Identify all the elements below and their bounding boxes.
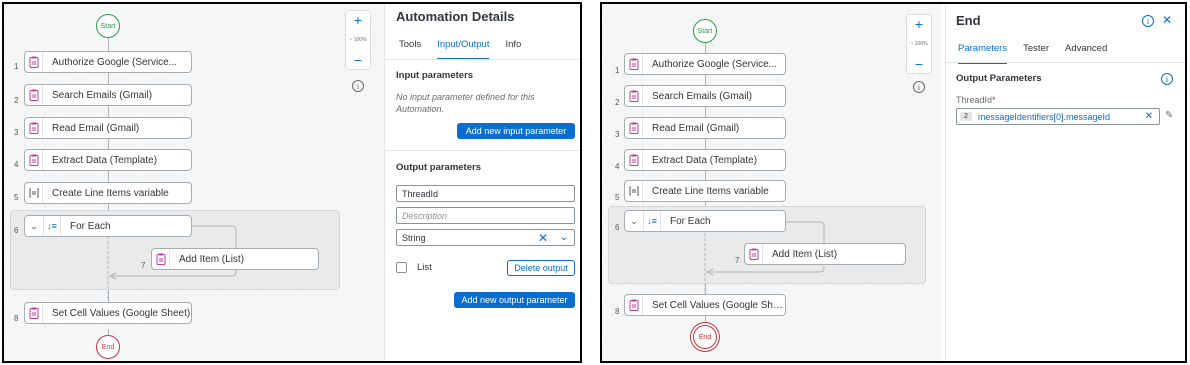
tab-parameters[interactable]: Parameters <box>958 43 1008 64</box>
zoom-out-button[interactable]: − <box>915 57 923 71</box>
zoom-in-button[interactable]: + <box>915 17 923 31</box>
clear-icon[interactable]: ✕ <box>538 231 548 245</box>
param-label: ThreadId <box>956 95 993 105</box>
node-label: Add Item (List) <box>179 253 245 265</box>
param-label-row: ThreadId* <box>956 95 996 105</box>
zoom-level: ~ 100% <box>910 41 928 47</box>
clipboard-icon <box>152 249 170 269</box>
step-number: 7 <box>735 256 740 265</box>
info-icon[interactable]: i <box>913 81 925 93</box>
list-checkbox[interactable] <box>396 262 407 273</box>
token-badge: 2 <box>960 112 972 121</box>
tab-input-output[interactable]: Input/Output <box>437 39 490 60</box>
add-input-parameter-button[interactable]: Add new input parameter <box>457 123 575 139</box>
token-value: messageIdentifiers[0].messageId <box>977 111 1110 122</box>
tab-info[interactable]: Info <box>505 39 521 60</box>
tab-tools[interactable]: Tools <box>399 39 421 60</box>
step-number: 8 <box>615 307 620 316</box>
delete-output-button[interactable]: Delete output <box>507 260 575 276</box>
step-number: 6 <box>615 223 620 232</box>
type-value: String <box>402 232 426 243</box>
flow-node-for-each[interactable]: ⌄ ↓≡ For Each <box>624 210 786 232</box>
right-screenshot: Start 1 Authorize Google (Service... 2 S… <box>600 2 1187 363</box>
edit-icon[interactable]: ✎ <box>1165 110 1173 121</box>
zoom-level: ~ 100% <box>349 37 367 43</box>
list-label: List <box>417 262 432 273</box>
zoom-control: + ~ 100% − <box>906 14 932 74</box>
chevron-down-icon[interactable]: ⌄ <box>25 221 43 232</box>
chevron-down-icon[interactable]: ⌄ <box>625 216 643 227</box>
step-number: 8 <box>14 314 19 323</box>
left-screenshot: Start 1 Authorize Google (Service... 2 S… <box>2 2 582 363</box>
end-tabs: Parameters Tester Advanced <box>958 43 1123 64</box>
node-label: Add Item (List) <box>772 248 838 260</box>
node-label: Set Cell Values (Google Sheet) <box>52 307 191 319</box>
output-name-input[interactable]: ThreadId <box>396 185 575 202</box>
flow-node-set-cell-values[interactable]: Set Cell Values (Google Sheet) <box>624 294 786 316</box>
close-icon[interactable]: ✕ <box>1162 13 1172 27</box>
zoom-in-button[interactable]: + <box>354 13 362 27</box>
flow-canvas[interactable]: Start 1 Authorize Google (Service... 2 S… <box>4 4 384 361</box>
clear-icon[interactable]: ✕ <box>1145 111 1153 122</box>
clipboard-icon <box>745 244 763 264</box>
panel-title: Automation Details <box>396 9 515 24</box>
details-tabs: Tools Input/Output Info <box>399 39 537 60</box>
info-icon[interactable]: i <box>352 80 364 92</box>
loop-icon: ↓≡ <box>43 216 61 236</box>
flow-node-for-each[interactable]: ⌄ ↓≡ For Each <box>24 215 192 237</box>
output-parameters-heading: Output Parameters <box>956 73 1042 84</box>
chevron-down-icon[interactable]: ⌄ <box>560 232 568 243</box>
tab-tester[interactable]: Tester <box>1023 43 1049 64</box>
node-label: For Each <box>70 220 111 232</box>
automation-details-panel: Automation Details Tools Input/Output In… <box>384 4 580 361</box>
output-type-select[interactable]: String ✕ ⌄ <box>396 229 575 246</box>
panel-title: End <box>956 13 981 28</box>
flow-node-add-item[interactable]: Add Item (List) <box>744 243 906 265</box>
output-parameters-heading: Output parameters <box>396 162 481 173</box>
node-label: For Each <box>670 215 711 227</box>
info-icon[interactable]: i <box>1142 15 1154 27</box>
end-properties-panel: End i ✕ Parameters Tester Advanced Outpu… <box>945 4 1185 361</box>
tab-advanced[interactable]: Advanced <box>1065 43 1107 64</box>
output-description-input[interactable]: Description <box>396 207 575 224</box>
loop-icon: ↓≡ <box>643 211 661 231</box>
end-label: End <box>698 333 712 341</box>
input-parameters-heading: Input parameters <box>396 70 474 81</box>
step-number: 6 <box>14 226 19 235</box>
add-output-parameter-button[interactable]: Add new output parameter <box>454 292 575 308</box>
clipboard-icon <box>625 295 643 315</box>
node-label: Set Cell Values (Google Sheet) <box>652 299 785 311</box>
required-mark: * <box>992 95 996 105</box>
zoom-out-button[interactable]: − <box>354 53 362 67</box>
clipboard-icon <box>25 303 43 323</box>
flow-node-set-cell-values[interactable]: Set Cell Values (Google Sheet) <box>24 302 192 324</box>
thread-id-input[interactable]: 2 messageIdentifiers[0].messageId ✕ <box>956 108 1160 125</box>
end-node-selected[interactable]: End <box>693 325 717 349</box>
no-input-message: No input parameter defined for this Auto… <box>396 92 535 114</box>
step-number: 7 <box>141 261 146 270</box>
end-label: End <box>101 343 115 351</box>
info-icon[interactable]: i <box>1161 73 1173 85</box>
flow-node-add-item[interactable]: Add Item (List) <box>151 248 319 270</box>
end-node[interactable]: End <box>96 335 120 359</box>
zoom-control: + ~ 100% − <box>345 10 371 70</box>
flow-canvas[interactable]: Start 1 Authorize Google (Service... 2 S… <box>602 4 942 361</box>
